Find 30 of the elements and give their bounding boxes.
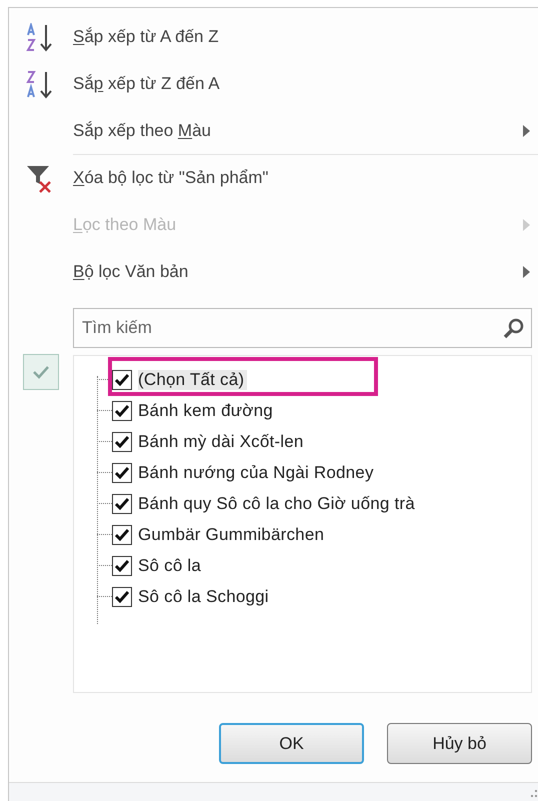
value-label[interactable]: Gumbär Gummibärchen [138,524,328,544]
value-label[interactable]: (Chọn Tất cả) [138,370,248,390]
checkbox[interactable] [112,370,132,390]
search-icon [503,317,525,339]
checkbox[interactable] [112,432,132,452]
submenu-arrow-icon [523,125,530,137]
submenu-arrow-icon [523,266,530,278]
value-label[interactable]: Sô cô la [138,556,204,576]
menu-item[interactable]: Sắp xếp theo Màu [73,108,538,155]
search-field[interactable]: Tìm kiếm [80,317,503,339]
checkbox[interactable] [112,494,132,514]
submenu-arrow-icon [523,219,530,231]
ok-button[interactable]: OK [219,723,364,764]
value-label[interactable]: Bánh quy Sô cô la cho Giờ uống trà [138,494,418,514]
checkbox[interactable] [112,556,132,576]
menu-item[interactable]: Bộ lọc Văn bản [73,249,538,296]
checklist-icon [23,354,59,390]
checkbox[interactable] [112,462,132,482]
value-label[interactable]: Sô cô la Schoggi [138,586,272,606]
menu-item[interactable]: Xóa bộ lọc từ "Sản phẩm" [73,155,538,202]
menu-item[interactable]: Sắp xếp từ Z đến A [73,61,538,108]
value-label[interactable]: Bánh kem đường [138,400,276,420]
value-label[interactable]: Bánh mỳ dài Xcốt-len [138,432,307,452]
checkbox[interactable] [112,586,132,606]
checkbox[interactable] [112,400,132,420]
checkbox[interactable] [112,524,132,544]
cancel-button[interactable]: Hủy bỏ [387,723,532,764]
menu-item[interactable]: Sắp xếp từ A đến Z [73,14,538,61]
value-label[interactable]: Bánh nướng của Ngài Rodney [138,462,377,482]
search-box[interactable]: Tìm kiếm [73,308,532,348]
